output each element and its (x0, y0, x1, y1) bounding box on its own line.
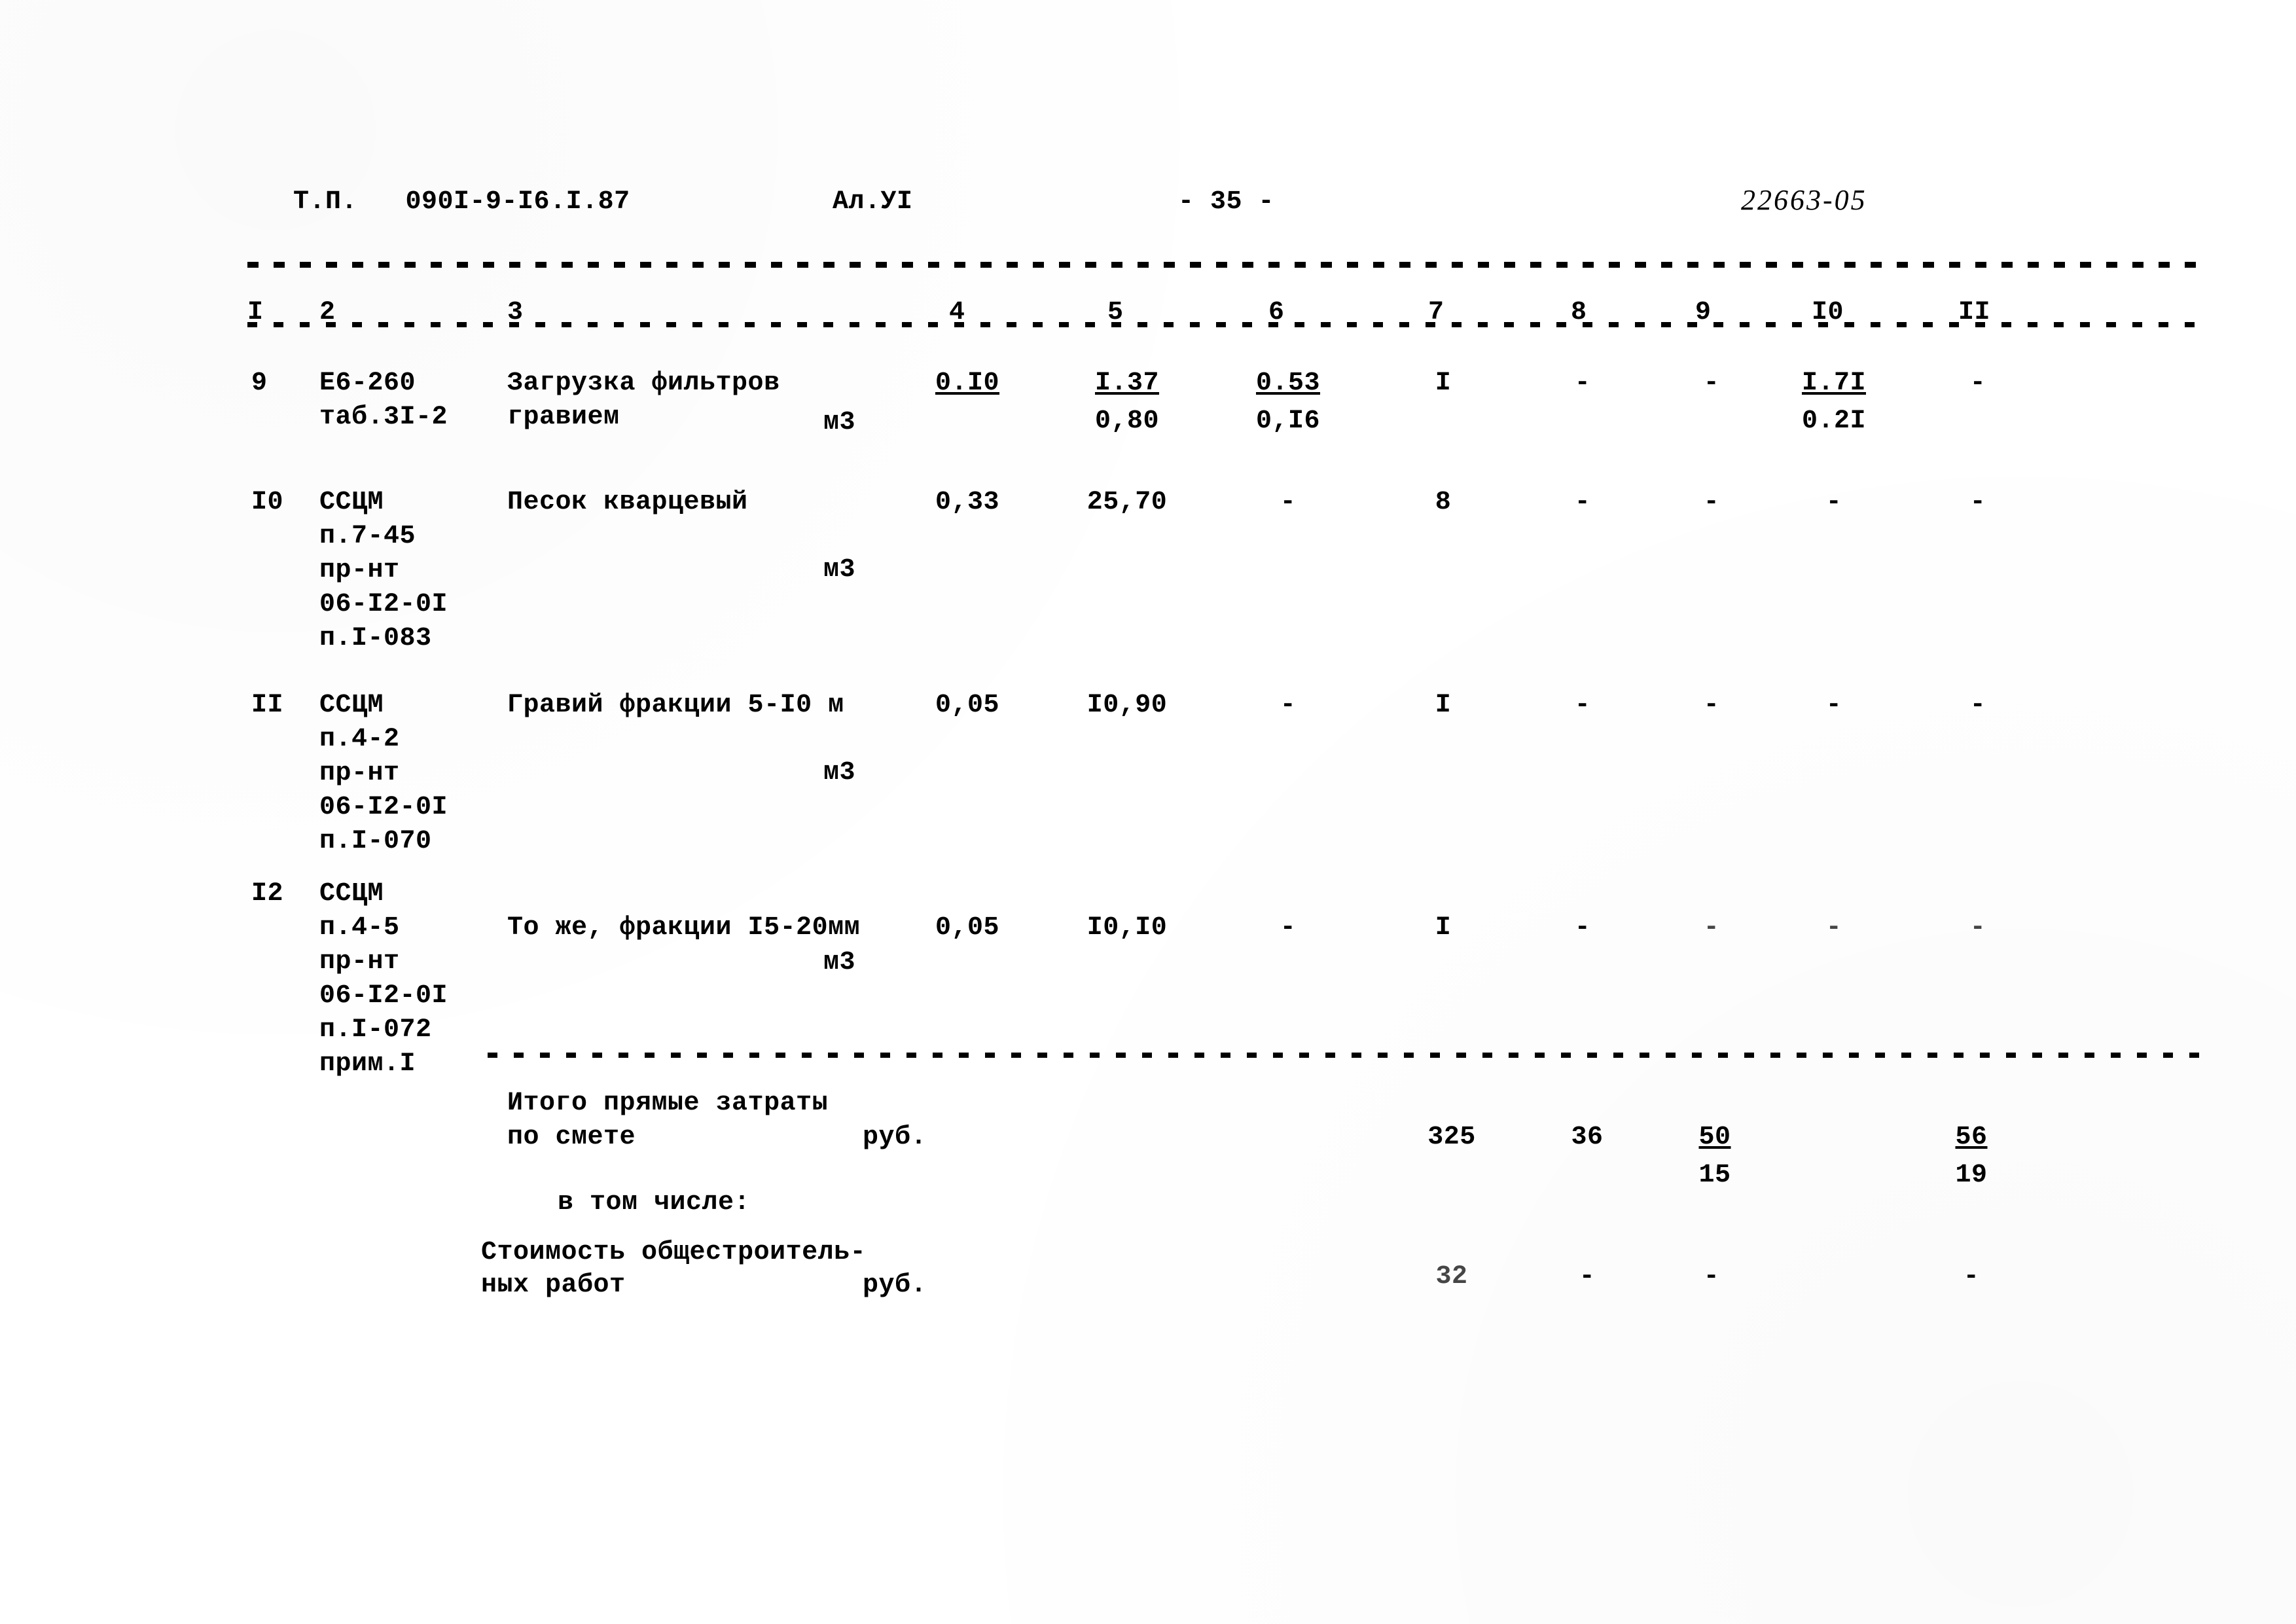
row-11-col10: - (1825, 691, 1842, 720)
document-code: Т.П. 090I-9-I6.I.87 (293, 187, 630, 217)
row-10-col7: 8 (1435, 488, 1452, 517)
row-12-name: То же, фракции I5-20мм (507, 913, 861, 943)
album-label: Ал.УI (833, 187, 913, 217)
row-11-col8: - (1574, 691, 1591, 720)
total-col9-bottom: 15 (1698, 1161, 1731, 1190)
row-12-col6: - (1280, 913, 1297, 943)
total-unit: руб. (863, 1123, 927, 1152)
total-col10-bottom: 19 (1955, 1161, 1988, 1190)
document-page: Т.П. 090I-9-I6.I.87 Ал.УI - 35 - 22663-0… (0, 0, 2296, 1624)
row-10-col10: - (1825, 488, 1842, 517)
row-11-name: Гравий фракции 5-I0 м (507, 691, 844, 720)
sub-label-line2: ных работ (481, 1271, 626, 1300)
sub-unit: руб. (863, 1271, 927, 1300)
total-col10-top: 56 (1955, 1123, 1988, 1152)
row-12-unit: м3 (823, 948, 856, 977)
row-12-col8: - (1574, 913, 1591, 943)
row-12-number: I2 (251, 879, 284, 909)
row-11-unit: м3 (823, 758, 856, 787)
row-10-number: I0 (251, 488, 284, 517)
table-header-rule (247, 322, 2204, 327)
row-11-col5: I0,90 (1086, 691, 1168, 720)
row-9-col5-bottom: 0,80 (1094, 406, 1160, 436)
row-9-col11: - (1969, 369, 1986, 398)
row-11-col9: - (1703, 691, 1720, 720)
row-10-col5: 25,70 (1086, 488, 1168, 517)
row-11-code: ССЦМ п.4-2 пр-нт 06-I2-0I п.I-070 (319, 691, 448, 856)
row-12-col10: - (1825, 913, 1842, 943)
row-12-col7: I (1435, 913, 1452, 943)
total-label-line2: по смете (507, 1123, 636, 1152)
row-11-number: II (251, 691, 284, 720)
row-9-col10-top: I.7I (1801, 369, 1867, 398)
row-10-col6: - (1280, 488, 1297, 517)
row-10-unit: м3 (823, 555, 856, 585)
summary-separator-rule (488, 1053, 2206, 1058)
row-12-col5: I0,I0 (1086, 913, 1168, 943)
row-10-code: ССЦМ п.7-45 пр-нт 06-I2-0I п.I-083 (319, 488, 448, 653)
row-9-col9: - (1703, 369, 1720, 398)
sub-col9: - (1703, 1262, 1720, 1291)
row-9-name: Загрузка фильтров гравием (507, 369, 780, 432)
row-11-col4: 0,05 (935, 691, 1000, 720)
row-9-unit: м3 (823, 408, 856, 437)
row-10-col11: - (1969, 488, 1986, 517)
sub-col10: - (1963, 1262, 1980, 1291)
row-9-col8: - (1574, 369, 1591, 398)
row-11-col7: I (1435, 691, 1452, 720)
row-9-col5-top: I.37 (1094, 369, 1160, 398)
row-9-col10-bottom: 0.2I (1801, 406, 1867, 436)
row-9-col7: I (1435, 369, 1452, 398)
total-col7: 325 (1427, 1123, 1476, 1152)
row-11-col11: - (1969, 691, 1986, 720)
table-top-rule (247, 262, 2204, 268)
sub-col7: 32 (1435, 1262, 1468, 1291)
archive-stamp: 22663-05 (1741, 184, 1867, 216)
including-label: в том числе: (558, 1188, 751, 1218)
row-9-code: Е6-260 таб.3I-2 (319, 369, 448, 432)
row-12-col4: 0,05 (935, 913, 1000, 943)
row-10-name: Песок кварцевый (507, 488, 748, 517)
row-12-col11: - (1969, 913, 1986, 943)
row-9-col6-bottom: 0,I6 (1255, 406, 1321, 436)
page-number: - 35 - (1178, 187, 1275, 217)
row-9-col6-top: 0.53 (1255, 369, 1321, 398)
row-10-col4: 0,33 (935, 488, 1000, 517)
row-12-code: ССЦМ п.4-5 пр-нт 06-I2-0I п.I-072 прим.I (319, 879, 448, 1079)
total-label-line1: Итого прямые затраты (507, 1089, 829, 1118)
row-10-col8: - (1574, 488, 1591, 517)
row-10-col9: - (1703, 488, 1720, 517)
row-11-col6: - (1280, 691, 1297, 720)
row-9-number: 9 (251, 369, 268, 398)
sub-label-line1: Стоимость общестроитель- (481, 1238, 867, 1267)
row-12-col9: - (1703, 913, 1720, 943)
total-col9-top: 50 (1698, 1123, 1731, 1152)
row-9-col4: 0.I0 (935, 369, 1000, 398)
sub-col8: - (1579, 1262, 1596, 1291)
total-col8: 36 (1571, 1123, 1604, 1152)
